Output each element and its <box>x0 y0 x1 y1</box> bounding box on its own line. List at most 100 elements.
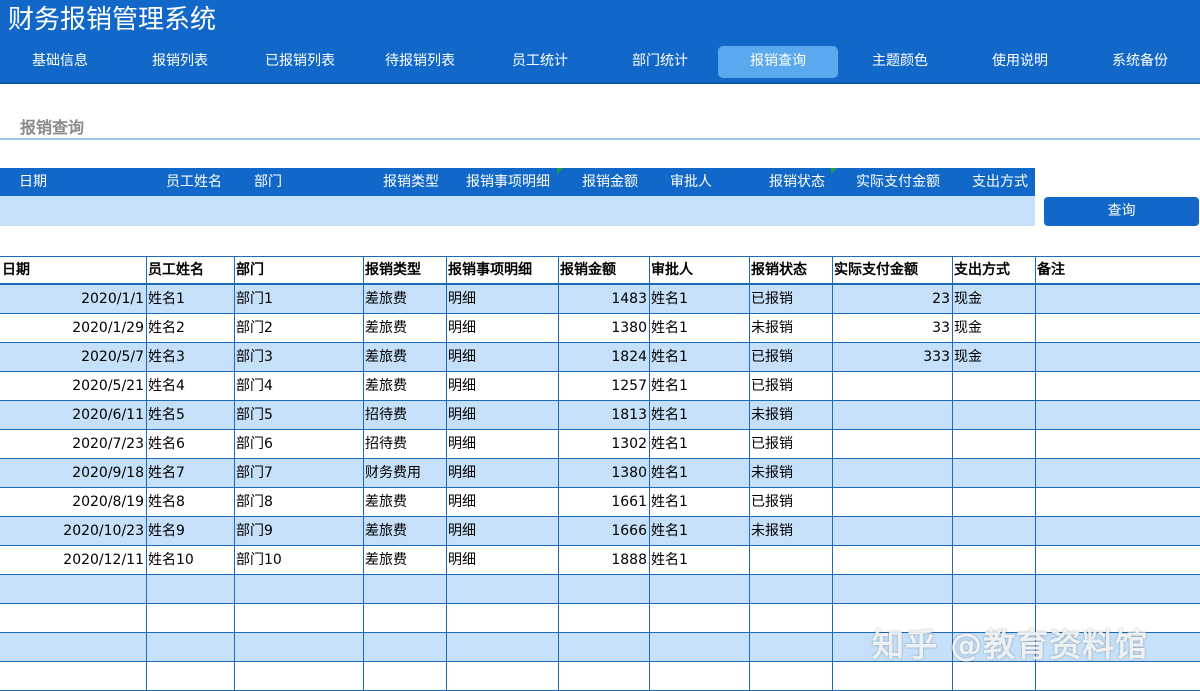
table-cell[interactable]: 部门10 <box>234 546 363 574</box>
table-cell[interactable] <box>234 604 363 632</box>
table-cell[interactable] <box>832 401 952 429</box>
nav-basic-info[interactable]: 基础信息 <box>0 46 120 78</box>
table-cell[interactable]: 姓名5 <box>146 401 234 429</box>
table-cell[interactable]: 差旅费 <box>363 372 446 400</box>
table-cell[interactable] <box>1035 314 1200 342</box>
table-cell[interactable] <box>832 488 952 516</box>
table-cell[interactable]: 已报销 <box>749 285 832 313</box>
table-cell[interactable] <box>146 662 234 690</box>
query-button[interactable]: 查询 <box>1044 197 1199 226</box>
table-cell[interactable]: 差旅费 <box>363 285 446 313</box>
table-cell[interactable] <box>952 575 1035 603</box>
nav-system-backup[interactable]: 系统备份 <box>1080 46 1200 78</box>
table-cell[interactable]: 姓名8 <box>146 488 234 516</box>
nav-pending-list[interactable]: 待报销列表 <box>360 46 480 78</box>
table-cell[interactable]: 姓名7 <box>146 459 234 487</box>
table-cell[interactable] <box>1035 372 1200 400</box>
table-row[interactable]: 2020/6/11 姓名5 部门5 招待费 明细 1813 姓名1 未报销 <box>0 401 1200 430</box>
table-cell[interactable]: 明细 <box>446 372 558 400</box>
table-cell[interactable]: 2020/5/21 <box>0 372 146 400</box>
table-cell[interactable] <box>1035 575 1200 603</box>
table-cell[interactable] <box>749 604 832 632</box>
table-cell[interactable]: 姓名1 <box>649 343 749 371</box>
table-cell[interactable]: 姓名1 <box>146 285 234 313</box>
table-cell[interactable]: 未报销 <box>749 517 832 545</box>
table-cell[interactable]: 姓名1 <box>649 285 749 313</box>
table-cell[interactable]: 1888 <box>558 546 649 574</box>
table-cell[interactable]: 差旅费 <box>363 314 446 342</box>
table-cell[interactable]: 部门4 <box>234 372 363 400</box>
nav-theme-color[interactable]: 主题颜色 <box>840 46 960 78</box>
table-cell[interactable]: 23 <box>832 285 952 313</box>
table-cell[interactable]: 姓名1 <box>649 517 749 545</box>
table-cell[interactable]: 姓名3 <box>146 343 234 371</box>
table-cell[interactable]: 1302 <box>558 430 649 458</box>
table-cell[interactable]: 明细 <box>446 343 558 371</box>
table-cell[interactable]: 姓名1 <box>649 430 749 458</box>
table-cell[interactable] <box>0 633 146 661</box>
table-cell[interactable]: 部门6 <box>234 430 363 458</box>
table-cell[interactable]: 33 <box>832 314 952 342</box>
table-cell[interactable] <box>234 633 363 661</box>
table-cell[interactable]: 未报销 <box>749 459 832 487</box>
table-cell[interactable] <box>649 633 749 661</box>
table-cell[interactable] <box>749 575 832 603</box>
table-row[interactable]: 2020/5/21 姓名4 部门4 差旅费 明细 1257 姓名1 已报销 <box>0 372 1200 401</box>
table-cell[interactable] <box>952 459 1035 487</box>
table-cell[interactable] <box>234 662 363 690</box>
table-cell[interactable] <box>832 459 952 487</box>
table-cell[interactable]: 差旅费 <box>363 517 446 545</box>
filter-input-row[interactable] <box>0 196 1035 226</box>
table-cell[interactable] <box>1035 285 1200 313</box>
table-cell[interactable]: 现金 <box>952 285 1035 313</box>
table-cell[interactable]: 未报销 <box>749 314 832 342</box>
table-row[interactable]: 2020/1/1 姓名1 部门1 差旅费 明细 1483 姓名1 已报销 23 现金 <box>0 285 1200 314</box>
table-cell[interactable] <box>832 662 952 690</box>
table-cell[interactable]: 1380 <box>558 459 649 487</box>
nav-department-stats[interactable]: 部门统计 <box>600 46 720 78</box>
table-cell[interactable] <box>558 662 649 690</box>
table-cell[interactable] <box>832 575 952 603</box>
table-cell[interactable]: 已报销 <box>749 343 832 371</box>
nav-reimbursed-list[interactable]: 已报销列表 <box>240 46 360 78</box>
table-cell[interactable]: 财务费用 <box>363 459 446 487</box>
table-cell[interactable]: 姓名1 <box>649 372 749 400</box>
table-cell[interactable] <box>446 662 558 690</box>
nav-reimburse-list[interactable]: 报销列表 <box>120 46 240 78</box>
table-cell[interactable]: 部门8 <box>234 488 363 516</box>
table-cell[interactable]: 明细 <box>446 285 558 313</box>
table-cell[interactable] <box>749 633 832 661</box>
table-cell[interactable]: 2020/8/19 <box>0 488 146 516</box>
table-cell[interactable]: 部门5 <box>234 401 363 429</box>
table-cell[interactable]: 2020/7/23 <box>0 430 146 458</box>
table-cell[interactable] <box>1035 662 1200 690</box>
table-row[interactable]: 2020/5/7 姓名3 部门3 差旅费 明细 1824 姓名1 已报销 333 现金 <box>0 343 1200 372</box>
table-row[interactable] <box>0 662 1200 691</box>
table-cell[interactable]: 姓名1 <box>649 314 749 342</box>
table-cell[interactable]: 姓名4 <box>146 372 234 400</box>
table-cell[interactable]: 姓名9 <box>146 517 234 545</box>
table-cell[interactable]: 已报销 <box>749 430 832 458</box>
table-cell[interactable] <box>952 488 1035 516</box>
table-cell[interactable]: 差旅费 <box>363 546 446 574</box>
table-row[interactable]: 2020/10/23 姓名9 部门9 差旅费 明细 1666 姓名1 未报销 <box>0 517 1200 546</box>
table-cell[interactable]: 明细 <box>446 488 558 516</box>
table-cell[interactable]: 未报销 <box>749 401 832 429</box>
table-cell[interactable]: 2020/9/18 <box>0 459 146 487</box>
table-cell[interactable]: 333 <box>832 343 952 371</box>
table-cell[interactable]: 2020/1/1 <box>0 285 146 313</box>
table-cell[interactable]: 1257 <box>558 372 649 400</box>
table-cell[interactable]: 部门1 <box>234 285 363 313</box>
table-cell[interactable] <box>749 662 832 690</box>
table-cell[interactable] <box>649 662 749 690</box>
table-cell[interactable] <box>1035 459 1200 487</box>
table-cell[interactable]: 招待费 <box>363 401 446 429</box>
table-cell[interactable]: 2020/1/29 <box>0 314 146 342</box>
table-cell[interactable]: 明细 <box>446 430 558 458</box>
table-cell[interactable] <box>1035 401 1200 429</box>
table-cell[interactable] <box>1035 517 1200 545</box>
table-cell[interactable]: 姓名1 <box>649 459 749 487</box>
table-cell[interactable] <box>446 604 558 632</box>
table-cell[interactable] <box>1035 488 1200 516</box>
table-cell[interactable] <box>146 633 234 661</box>
